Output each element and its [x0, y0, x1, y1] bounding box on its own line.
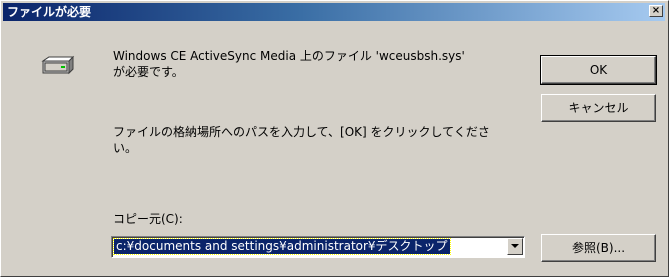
cancel-button[interactable]: キャンセル [541, 94, 656, 122]
drive-icon [41, 55, 75, 75]
copy-from-combobox[interactable]: c:¥documents and settings¥administrator¥… [111, 236, 525, 258]
message-line-2: が必要です。 [113, 65, 184, 79]
chevron-down-icon [511, 244, 519, 248]
dialog-title: ファイルが必要 [7, 5, 92, 19]
file-needed-dialog: ファイルが必要 × Windows CE ActiveSync Media 上の… [0, 0, 669, 277]
close-icon: × [651, 5, 661, 16]
close-button[interactable]: × [649, 5, 663, 17]
title-bar[interactable]: ファイルが必要 × [3, 3, 665, 21]
copy-from-path-value[interactable]: c:¥documents and settings¥administrator¥… [113, 238, 451, 255]
ok-button[interactable]: OK [540, 55, 657, 85]
copy-from-label: コピー元(C): [113, 212, 183, 226]
message-line-1: Windows CE ActiveSync Media 上のファイル 'wceu… [113, 49, 465, 63]
dropdown-button[interactable] [507, 238, 523, 255]
instruction-line-1: ファイルの格納場所へのパスを入力して、[OK] をクリックしてくださ [113, 125, 490, 139]
browse-button[interactable]: 参照(B)... [541, 234, 656, 262]
instruction-line-2: い。 [113, 141, 138, 155]
